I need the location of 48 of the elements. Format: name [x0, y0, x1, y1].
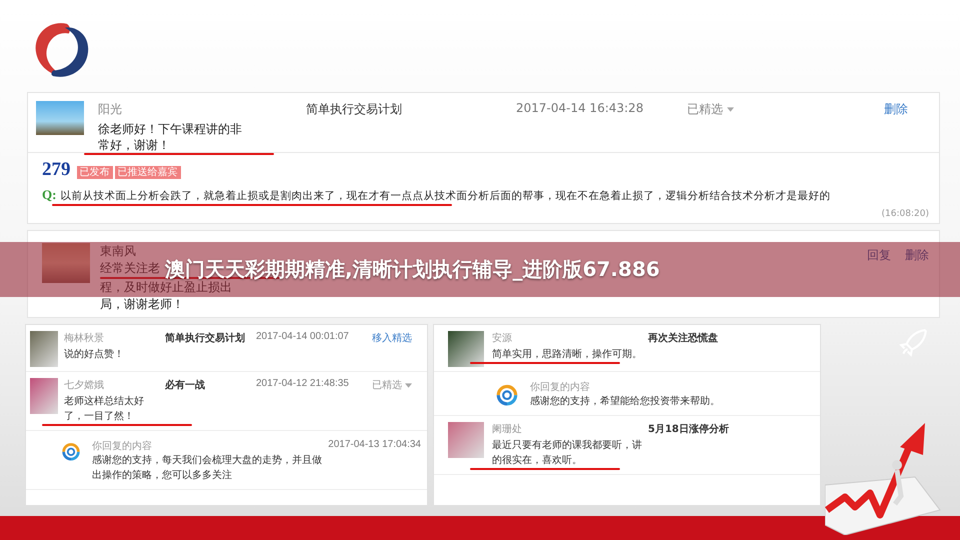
- user-name: 東南风: [100, 243, 136, 260]
- featured-dropdown[interactable]: 已精选: [687, 102, 734, 116]
- banner-title: 澳门天天彩期期精准,清晰计划执行辅导_进阶版67.886: [165, 256, 660, 281]
- user-name: 安源: [492, 332, 513, 345]
- timestamp: 2017-04-14 16:43:28: [516, 101, 644, 117]
- user-name: 七夕嫦娥: [64, 378, 105, 392]
- comment-text: 简单实用，思路清晰，操作可期。: [492, 348, 642, 362]
- comment-text: 经常关注老: [100, 260, 160, 277]
- caret-icon: [405, 382, 412, 388]
- lesson-title: 简单执行交易计划: [306, 101, 403, 118]
- timestamp: 2017-04-14 00:01:07: [256, 331, 350, 342]
- reply-text: 感谢您的支持，每天我们会梳理大盘的走势，并且做出操作的策略，您可以多多关注: [92, 454, 322, 483]
- question-text: 以前从技术面上分析会跌了，就急着止损或是割肉出来了，现在才有一点点从技术面分析后面的帮事，现在不在急着止损了，逻辑分析结合技术分析才是最好的: [60, 189, 830, 203]
- lesson-title: 必有一战: [165, 378, 206, 393]
- comment-text: 最近只要有老师的课我都要听，讲的很实在，喜欢听。: [492, 438, 642, 468]
- status-tag: 已推送给嘉宾: [114, 166, 180, 179]
- delete-link[interactable]: 删除: [884, 101, 939, 155]
- lesson-title: 再次关注恐慌盘: [648, 331, 719, 346]
- reply-label: 你回复的内容: [92, 440, 153, 453]
- action-link[interactable]: 删除: [905, 247, 929, 264]
- featured-dropdown[interactable]: 已精选: [372, 380, 412, 391]
- timestamp: 2017-04-13 17:04:34: [328, 439, 421, 450]
- comment-text: 局，谢谢老师！: [100, 296, 184, 313]
- reply-text: 感谢您的支持，希望能给您投资带来帮助。: [530, 394, 721, 409]
- photo-placeholder: [42, 243, 90, 283]
- timestamp: (16:08:20): [882, 209, 929, 219]
- action-link[interactable]: 回复: [867, 247, 891, 264]
- photo-placeholder: [448, 422, 484, 458]
- reply-label: 你回复的内容: [530, 380, 591, 394]
- lesson-title: 5月18日涨停分析: [648, 422, 730, 437]
- photo-placeholder: [30, 331, 58, 367]
- timestamp: 2017-04-12 21:48:35: [256, 378, 350, 389]
- question-label: Q:: [42, 187, 56, 203]
- user-name: 梅林秋景: [64, 332, 105, 345]
- comment-text: 程，及时做好止盈止损出: [100, 279, 232, 296]
- user-name: 阑珊处: [492, 422, 523, 436]
- caret-icon: [727, 107, 734, 112]
- status-tag: 已发布: [76, 166, 112, 179]
- move-to-featured-link[interactable]: 移入精选: [372, 333, 412, 344]
- comment-text: 老师这样总结太好了，一目了然！: [64, 394, 145, 424]
- user-name: 阳光: [98, 101, 123, 118]
- photo-placeholder: [30, 378, 58, 414]
- lesson-title: 简单执行交易计划: [165, 331, 246, 346]
- comment-text: 徐老师好！下午课程讲的非常好，谢谢！: [98, 121, 242, 153]
- reply-count: 279: [42, 159, 70, 180]
- comment-text: 说的好点赞！: [64, 348, 125, 362]
- photo-placeholder: [36, 101, 84, 135]
- photo-placeholder: [448, 331, 484, 367]
